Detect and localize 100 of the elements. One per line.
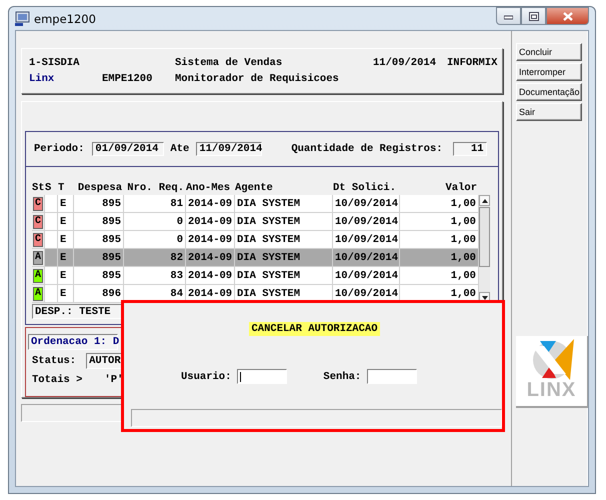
period-label: Periodo: xyxy=(34,143,84,155)
table-cell: 895 xyxy=(102,270,121,282)
table-cell: E xyxy=(60,216,66,228)
totals-label: Totais > xyxy=(32,374,82,386)
table-cell: 2014-09 xyxy=(188,198,232,210)
minimize-button[interactable] xyxy=(496,7,521,25)
column-header: Despesa xyxy=(76,182,123,194)
table-cell: 1,00 xyxy=(450,234,476,246)
table-cell: E xyxy=(60,270,66,282)
table-cell: 83 xyxy=(170,270,183,282)
totals-value: 'P' xyxy=(104,374,124,386)
table-cell: DIA SYSTEM xyxy=(237,216,300,228)
user-label: Usuario: xyxy=(181,370,232,382)
window-title: empe1200 xyxy=(34,12,96,26)
period-from-field[interactable]: 01/09/2014 xyxy=(92,142,164,156)
user-input-field[interactable] xyxy=(237,369,288,384)
status-badge: C xyxy=(33,214,43,228)
status-badge: A xyxy=(33,250,43,264)
scrollbar[interactable] xyxy=(479,195,490,303)
table-cell: 2014-09 xyxy=(188,252,232,264)
status-label: Status: xyxy=(32,354,76,367)
table-cell: 1,00 xyxy=(450,288,476,300)
system-date: 11/09/2014 xyxy=(373,57,438,69)
table-cell: 0 xyxy=(176,234,183,246)
system-name: Sistema de Vendas xyxy=(175,57,284,69)
status-badge: C xyxy=(33,196,43,210)
table-cell: 895 xyxy=(102,198,121,210)
table-cell: 895 xyxy=(102,252,121,264)
table-cell: 2014-09 xyxy=(188,288,232,300)
table-cell: 10/09/2014 xyxy=(335,216,398,228)
table-cell: 10/09/2014 xyxy=(335,288,398,300)
close-button[interactable] xyxy=(546,7,589,25)
table-row[interactable]: C E 895 0 2014-09 DIA SYSTEM 10/09/2014 1,00 xyxy=(32,213,479,231)
table-row[interactable]: A E 895 83 2014-09 DIA SYSTEM 10/09/2014 1,00 xyxy=(32,267,479,285)
until-label: Ate xyxy=(170,143,190,155)
table-cell: 1,00 xyxy=(450,252,476,264)
database-name: INFORMIX xyxy=(447,57,498,69)
table-cell: 2014-09 xyxy=(188,216,232,228)
table-row[interactable]: C E 895 0 2014-09 DIA SYSTEM 10/09/2014 1,00 xyxy=(32,231,479,249)
table-cell: 896 xyxy=(102,288,121,300)
column-header: Agente xyxy=(235,182,274,194)
table-cell: 81 xyxy=(170,198,183,210)
table-cell: E xyxy=(60,252,66,264)
table-row[interactable]: A E 895 82 2014-09 DIA SYSTEM 10/09/2014 1,00 xyxy=(32,249,479,267)
status-badge: C xyxy=(33,232,43,246)
table-cell: E xyxy=(60,234,66,246)
program-code: EMPE1200 xyxy=(102,73,154,85)
side-button[interactable]: Sair xyxy=(516,103,582,121)
column-header: Valor xyxy=(444,182,478,194)
table-row[interactable]: C E 895 81 2014-09 DIA SYSTEM 10/09/2014 1,00 xyxy=(32,195,479,213)
table-cell: DIA SYSTEM xyxy=(237,270,300,282)
table-cell: DIA SYSTEM xyxy=(237,234,300,246)
company-name: Linx xyxy=(29,73,56,85)
record-count-field: 11 xyxy=(452,142,487,156)
side-button[interactable]: Concluir xyxy=(516,43,582,61)
logo-text: LINX xyxy=(526,379,576,402)
table-cell: DIA SYSTEM xyxy=(237,198,300,210)
table-cell: 1,00 xyxy=(450,198,476,210)
table-cell: 10/09/2014 xyxy=(335,270,398,282)
table-cell: 895 xyxy=(102,216,121,228)
table-cell: 1,00 xyxy=(450,216,476,228)
status-badge: A xyxy=(33,268,43,282)
record-count-label: Quantidade de Registros: xyxy=(291,143,443,155)
scroll-up-icon[interactable] xyxy=(482,198,488,202)
table-cell: 10/09/2014 xyxy=(335,252,398,264)
password-input-field[interactable] xyxy=(367,369,418,384)
column-header: Dt Solici. xyxy=(333,182,398,194)
table-cell: 1,00 xyxy=(450,270,476,282)
status-badge: A xyxy=(33,286,43,300)
description-field: DESP.: TESTE xyxy=(32,304,124,319)
app-icon xyxy=(15,11,30,26)
system-code: 1-SISDIA xyxy=(29,57,80,69)
period-to-field[interactable]: 11/09/2014 xyxy=(196,142,262,156)
table-cell: 2014-09 xyxy=(188,270,232,282)
ordering-field: Ordenacao 1: D xyxy=(28,334,118,350)
password-label: Senha: xyxy=(323,370,362,382)
column-header: St xyxy=(32,182,45,194)
table-cell: E xyxy=(60,198,66,210)
maximize-button[interactable] xyxy=(521,7,546,25)
table-cell: 10/09/2014 xyxy=(335,198,398,210)
table-cell: 895 xyxy=(102,234,121,246)
column-header: T xyxy=(58,182,66,194)
table-cell: 2014-09 xyxy=(188,234,232,246)
column-header: S xyxy=(45,182,52,194)
dialog-title: CANCELAR AUTORIZACAO xyxy=(249,322,380,336)
table-cell: 82 xyxy=(170,252,183,264)
side-button[interactable]: Documentação xyxy=(516,83,582,101)
program-name: Monitorador de Requisicoes xyxy=(175,73,340,85)
table-cell: 10/09/2014 xyxy=(335,234,398,246)
close-icon xyxy=(562,12,572,20)
text-cursor xyxy=(240,372,242,382)
column-header: Nro. Req. xyxy=(126,182,185,194)
table-cell: 0 xyxy=(176,216,183,228)
maximize-icon xyxy=(528,12,538,20)
side-button[interactable]: Interromper xyxy=(516,63,582,81)
scrollbar-thumb[interactable] xyxy=(479,207,490,267)
table-cell: DIA SYSTEM xyxy=(237,252,300,264)
table-cell: DIA SYSTEM xyxy=(237,288,300,300)
column-header: Ano-Mes xyxy=(186,182,232,194)
table-cell: 84 xyxy=(170,288,183,300)
